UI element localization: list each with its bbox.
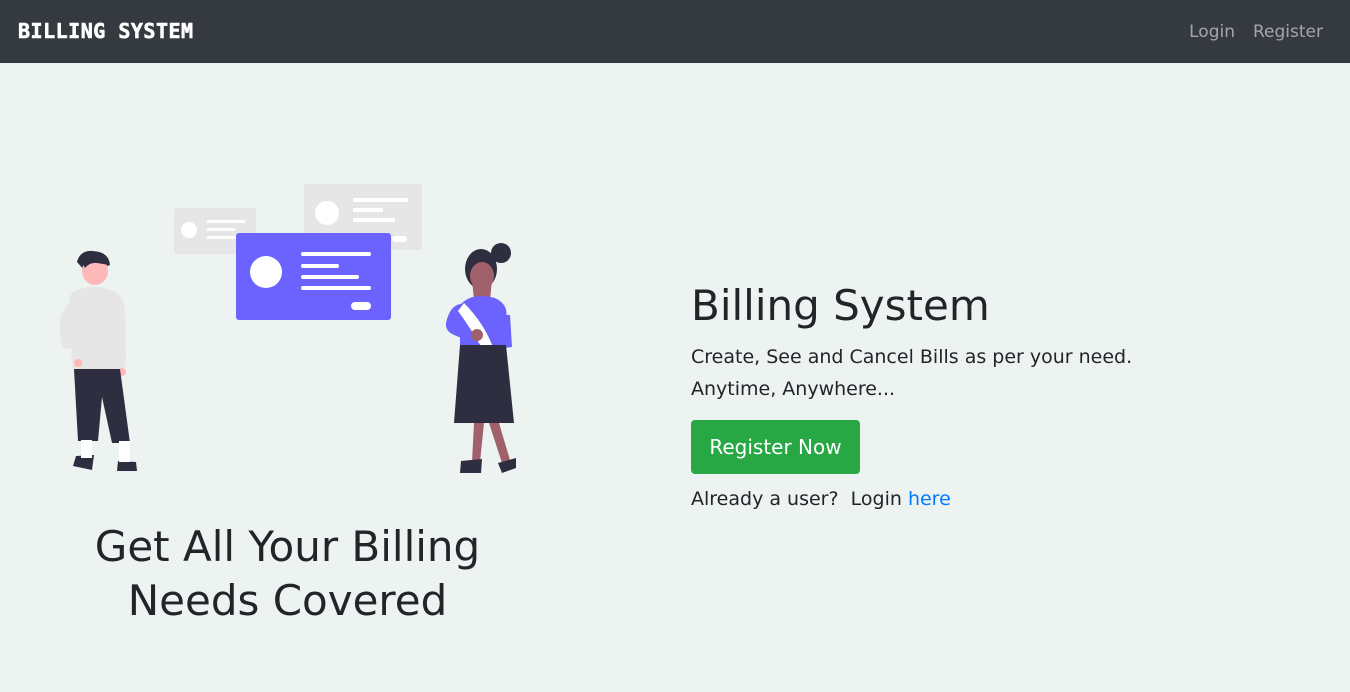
nav-register-link[interactable]: Register xyxy=(1253,20,1323,44)
hero-description-line-1: Create, See and Cancel Bills as per your… xyxy=(691,346,1133,368)
nav-login-link[interactable]: Login xyxy=(1189,20,1235,44)
man-figure xyxy=(59,250,137,471)
top-navbar: Billing System Login Register xyxy=(0,0,1350,63)
nav-links: Login Register xyxy=(1189,20,1323,44)
woman-figure xyxy=(445,243,516,473)
hero-title: Billing System xyxy=(691,281,990,330)
profile-card-front xyxy=(236,233,391,320)
people-with-cards-illustration xyxy=(59,184,516,473)
brand-logo[interactable]: Billing System xyxy=(18,18,194,44)
register-now-button[interactable]: Register Now xyxy=(691,420,860,474)
login-prompt: Already a user? Login here xyxy=(691,484,951,514)
hero-tagline-line-1: Get All Your Billing xyxy=(94,522,481,571)
hero-tagline-line-2: Needs Covered xyxy=(127,576,448,625)
login-here-link[interactable]: here xyxy=(908,488,951,510)
login-prompt-text: Already a user? Login xyxy=(691,488,908,510)
hero-tagline: Get All Your Billing Needs Covered xyxy=(60,520,515,628)
hero-description-line-2: Anytime, Anywhere... xyxy=(691,378,896,400)
hero-description: Create, See and Cancel Bills as per your… xyxy=(691,341,1132,405)
